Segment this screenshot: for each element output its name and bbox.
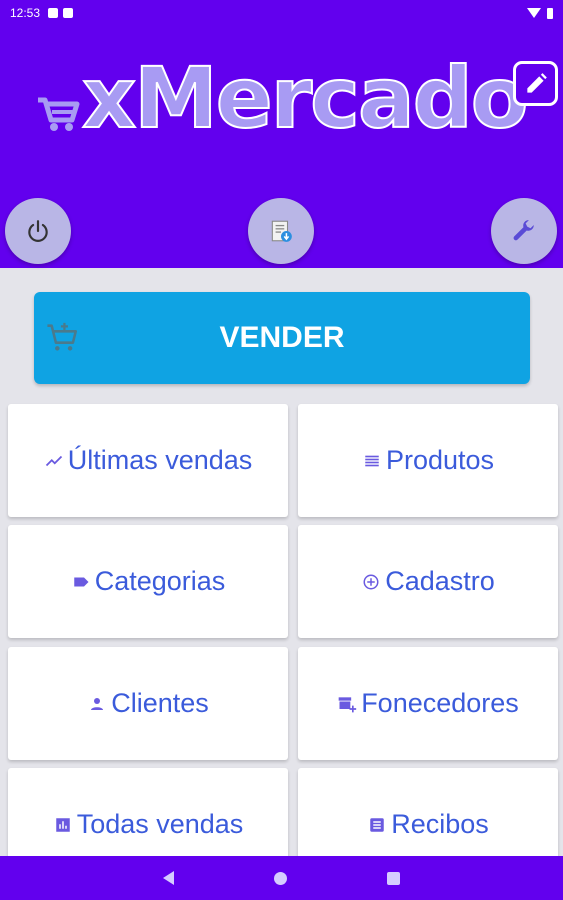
recent-apps-icon[interactable]: [387, 871, 400, 885]
wifi-icon: [527, 8, 541, 18]
cart-logo-icon: [38, 97, 80, 131]
shopping-cart-icon: [47, 322, 78, 351]
notification-icon: [48, 8, 59, 18]
logo-text: xMercado: [81, 49, 529, 147]
app-header: xMercado: [0, 26, 563, 268]
menu-label: Categorias: [94, 566, 226, 596]
menu-label: Fonecedores: [361, 688, 519, 718]
back-icon[interactable]: [163, 871, 174, 885]
menu-label: Produtos: [385, 445, 495, 475]
document-download-icon: [271, 220, 292, 242]
menu-label: Recibos: [391, 809, 489, 839]
battery-icon: [547, 7, 553, 19]
home-icon[interactable]: [274, 871, 287, 885]
system-nav-bar: [0, 856, 563, 900]
vender-label: VENDER: [219, 321, 345, 354]
menu-produtos[interactable]: Produtos: [298, 404, 558, 517]
edit-logo-button[interactable]: [513, 61, 558, 106]
menu-label: Clientes: [111, 688, 209, 718]
power-button[interactable]: [5, 198, 71, 264]
bar-chart-icon: [53, 815, 73, 835]
menu-fornecedores[interactable]: Fonecedores: [298, 647, 558, 760]
menu-categorias[interactable]: Categorias: [8, 525, 288, 638]
receipt-icon: [367, 815, 387, 835]
menu-clientes[interactable]: Clientes: [8, 647, 288, 760]
add-circle-icon: [361, 572, 381, 592]
person-icon: [87, 694, 107, 714]
menu-cadastro[interactable]: Cadastro: [298, 525, 558, 638]
list-icon: [362, 451, 382, 471]
sd-card-icon: [63, 8, 74, 18]
vender-button[interactable]: VENDER: [34, 292, 530, 384]
status-bar: 12:53: [0, 0, 563, 26]
pencil-icon: [526, 72, 547, 93]
label-tag-icon: [71, 572, 91, 592]
wrench-icon: [513, 220, 534, 241]
menu-label: Todas vendas: [76, 809, 244, 839]
settings-button[interactable]: [491, 198, 557, 264]
status-time: 12:53: [10, 6, 41, 20]
menu-label: Cadastro: [385, 566, 495, 596]
menu-label: Últimas vendas: [67, 445, 253, 475]
app-logo: xMercado: [36, 49, 529, 147]
store-add-icon: [337, 694, 357, 714]
trending-up-icon: [44, 451, 64, 471]
backup-button[interactable]: [248, 198, 314, 264]
menu-ultimas-vendas[interactable]: Últimas vendas: [8, 404, 288, 517]
power-icon: [28, 220, 48, 242]
